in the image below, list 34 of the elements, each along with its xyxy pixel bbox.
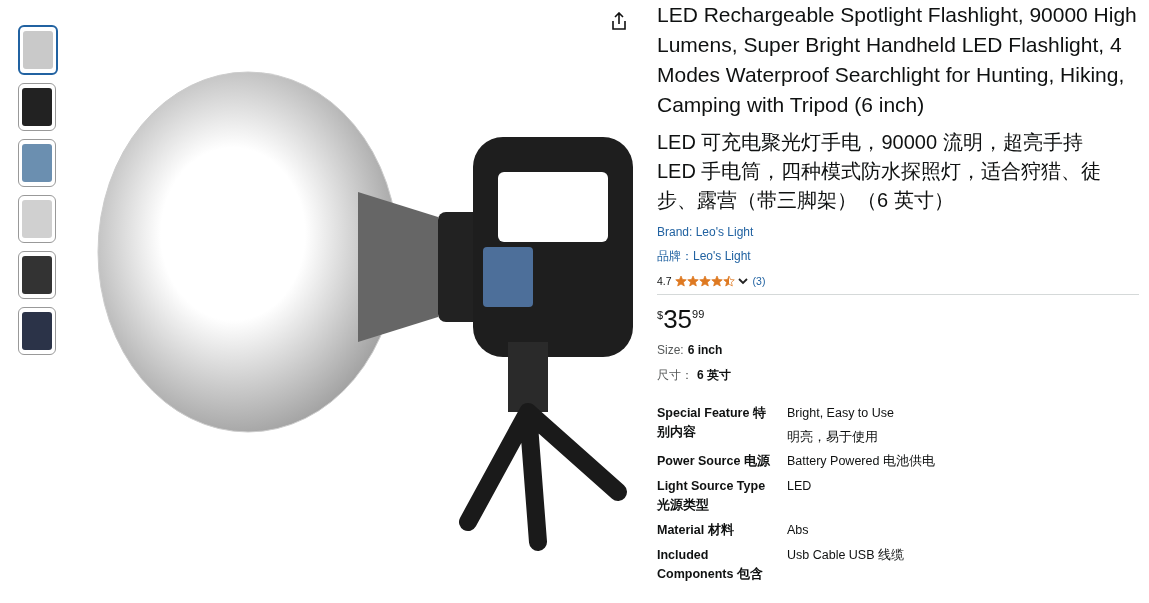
chevron-down-icon[interactable]	[737, 277, 748, 285]
spec-value: Abs	[787, 522, 810, 539]
review-count-link[interactable]: (3)	[752, 275, 766, 287]
spec-label: Light Source Type 光源类型	[657, 478, 767, 514]
size-value: 6 英寸	[697, 367, 731, 384]
rating-value: 4.7	[657, 275, 672, 287]
thumbnail[interactable]	[18, 307, 56, 355]
star-icon	[674, 275, 687, 287]
size-label: 尺寸：	[657, 367, 693, 384]
star-icon	[722, 275, 735, 287]
star-icon	[710, 275, 723, 287]
spec-value: Battery Powered 电池供电	[787, 453, 936, 470]
brand-link[interactable]: Brand: Leo's Light	[657, 225, 754, 239]
product-title: LED Rechargeable Spotlight Flashlight, 90000 High Lumens, Super Bright Handheld LED Flashlight, 4 Modes Waterproof Searchlight for Hunting, Hiking, Camping with Tripod (6 inch)	[657, 2, 1138, 118]
thumbnail[interactable]	[18, 139, 56, 187]
thumbnail[interactable]	[18, 251, 56, 299]
spec-label: Special Feature 特别内容	[657, 405, 767, 441]
brand-link[interactable]: 品牌：Leo's Light	[657, 248, 751, 265]
size-label: Size:	[657, 343, 684, 357]
spec-label: Power Source 电源	[657, 453, 771, 470]
spec-value: Usb Cable USB 线缆	[787, 547, 905, 564]
star-icon	[698, 275, 711, 287]
thumbnail[interactable]	[18, 25, 58, 75]
spec-label: Material 材料	[657, 522, 735, 539]
spec-value: 明亮，易于使用	[787, 429, 879, 446]
spec-value: LED	[787, 478, 813, 495]
thumbnail[interactable]	[18, 195, 56, 243]
product-title-translation: LED 可充电聚光灯手电，90000 流明，超亮手持 LED 手电筒，四种模式防水探照灯，适合狩猎、徒步、露营（带三脚架）（6 英寸）	[657, 130, 1103, 213]
star-icon	[686, 275, 699, 287]
spec-label: Included Components 包含	[657, 547, 764, 583]
spec-value: Bright, Easy to Use	[787, 405, 895, 422]
size-value: 6 inch	[687, 343, 723, 357]
thumbnail[interactable]	[18, 83, 56, 131]
share-icon[interactable]	[611, 12, 627, 30]
